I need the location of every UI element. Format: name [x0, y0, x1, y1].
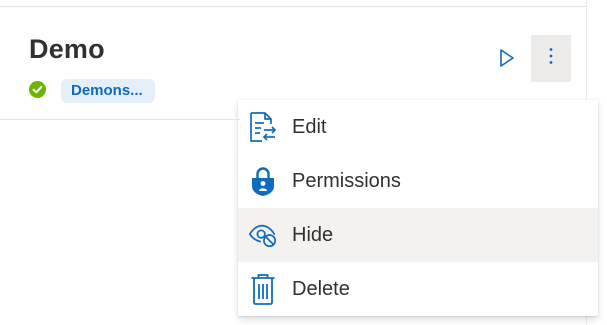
menu-item-hide[interactable]: Hide	[238, 208, 598, 262]
menu-item-label: Permissions	[292, 169, 401, 192]
menu-item-label: Edit	[292, 115, 327, 138]
menu-item-delete[interactable]: Delete	[238, 262, 598, 316]
edit-document-icon	[248, 110, 278, 144]
card-divider	[0, 119, 240, 120]
lock-shield-icon	[248, 164, 278, 198]
hide-eye-icon	[248, 218, 278, 252]
menu-item-label: Delete	[292, 277, 350, 300]
menu-item-permissions[interactable]: Permissions	[238, 154, 598, 208]
menu-item-edit[interactable]: Edit	[238, 100, 598, 154]
more-options-button[interactable]	[531, 35, 571, 82]
card-title: Demo	[29, 34, 105, 64]
run-button[interactable]	[492, 42, 522, 78]
category-tag[interactable]: Demons...	[61, 79, 155, 103]
context-menu: Edit Permissions Hide Delete	[238, 100, 598, 316]
trash-icon	[248, 272, 278, 306]
menu-item-label: Hide	[292, 223, 334, 246]
play-icon	[499, 48, 515, 73]
page: Demo Demons... Edit Permissions Hide Del…	[0, 0, 607, 325]
more-vertical-icon	[548, 46, 554, 71]
check-circle-icon	[29, 81, 46, 98]
